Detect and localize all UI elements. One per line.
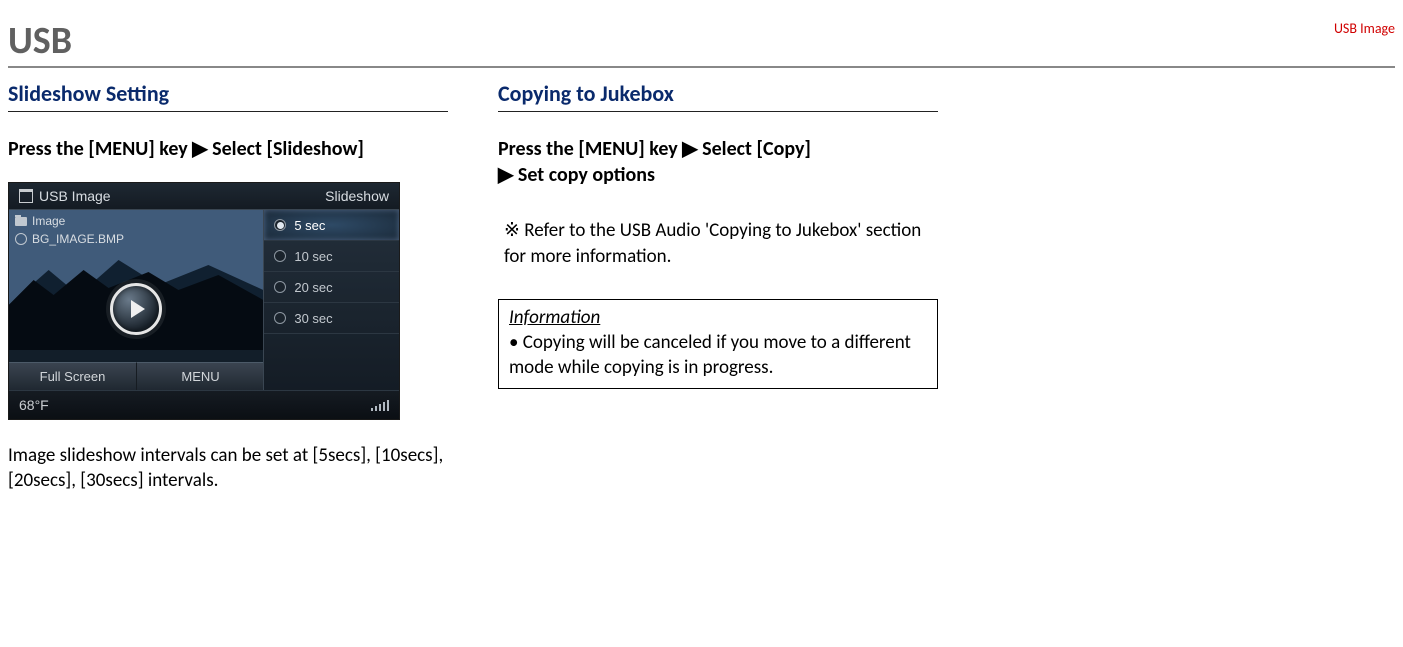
folder-icon [15,217,27,226]
softkey-fullscreen: Full Screen [9,362,137,390]
device-screenshot: USB Image Slideshow Image [8,182,400,420]
file-row: BG_IMAGE.BMP [15,230,124,248]
copying-note: ※ Refer to the USB Audio 'Copying to Juk… [504,218,938,269]
play-icon [131,300,145,318]
instr-text-2b: Select [Copy] [698,137,811,161]
instruction-copying: Press the [MENU] key ▶ Select [Copy] ▶ S… [498,136,938,188]
play-button [110,283,162,335]
option-20sec: 20 sec [264,272,399,303]
file-bullet-icon [15,233,27,245]
screen-softkeys: Full Screen MENU [9,362,263,390]
info-box-body: • Copying will be canceled if you move t… [509,331,911,379]
screen-options-pane: 5 sec 10 sec 20 sec 30 sec [263,210,399,390]
arrow-icon: ▶ [682,136,697,162]
arrow-icon: ▶ [192,136,207,162]
col-copying: Copying to Jukebox Press the [MENU] key … [498,80,938,493]
columns: Slideshow Setting Press the [MENU] key ▶… [8,80,1395,493]
heading-rule-2 [498,111,938,112]
screen-topbar-left: USB Image [19,188,111,204]
usb-icon [19,189,33,203]
radio-off-icon [274,312,286,324]
radio-on-icon [274,219,286,231]
softkey-menu: MENU [137,362,263,390]
option-label: 20 sec [294,280,332,295]
slideshow-description: Image slideshow intervals can be set at … [8,444,448,493]
instruction-slideshow: Press the [MENU] key ▶ Select [Slideshow… [8,136,448,162]
arrow-icon: ▶ [498,162,513,188]
col-slideshow: Slideshow Setting Press the [MENU] key ▶… [8,80,448,493]
heading-rule-1 [8,111,448,112]
option-label: 10 sec [294,249,332,264]
signal-icon [371,399,390,411]
screen-title: USB Image [39,188,111,204]
page-title: USB [8,18,1395,64]
screen-topbar: USB Image Slideshow [9,183,399,210]
option-10sec: 10 sec [264,241,399,272]
radio-off-icon [274,250,286,262]
folder-label: Image [32,212,65,230]
info-box-title: Information [509,306,600,329]
screen-body: Image BG_IMAGE.BMP Full Screen [9,210,399,390]
screen-menu-title: Slideshow [325,188,389,204]
instr-text-2c: Set copy options [513,163,655,187]
title-rule [8,66,1395,68]
radio-off-icon [274,281,286,293]
option-label: 30 sec [294,311,332,326]
instr-text-2a: Press the [MENU] key [498,137,682,161]
option-30sec: 30 sec [264,303,399,334]
heading-copying: Copying to Jukebox [498,80,938,109]
option-5sec: 5 sec [264,210,399,241]
option-label: 5 sec [294,218,325,233]
options-fill [264,334,399,390]
folder-row: Image [15,212,124,230]
screen-image-pane: Image BG_IMAGE.BMP Full Screen [9,210,263,390]
file-label: BG_IMAGE.BMP [32,230,124,248]
screen-file-list: Image BG_IMAGE.BMP [15,212,124,248]
information-box: Information • Copying will be canceled i… [498,299,938,389]
screen-statusbar: 68°F [9,390,399,419]
instr-text-1a: Press the [MENU] key [8,137,192,161]
instr-text-1b: Select [Slideshow] [208,137,364,161]
status-temp: 68°F [19,397,49,413]
heading-slideshow: Slideshow Setting [8,80,448,109]
header-tag: USB Image [1334,20,1395,37]
